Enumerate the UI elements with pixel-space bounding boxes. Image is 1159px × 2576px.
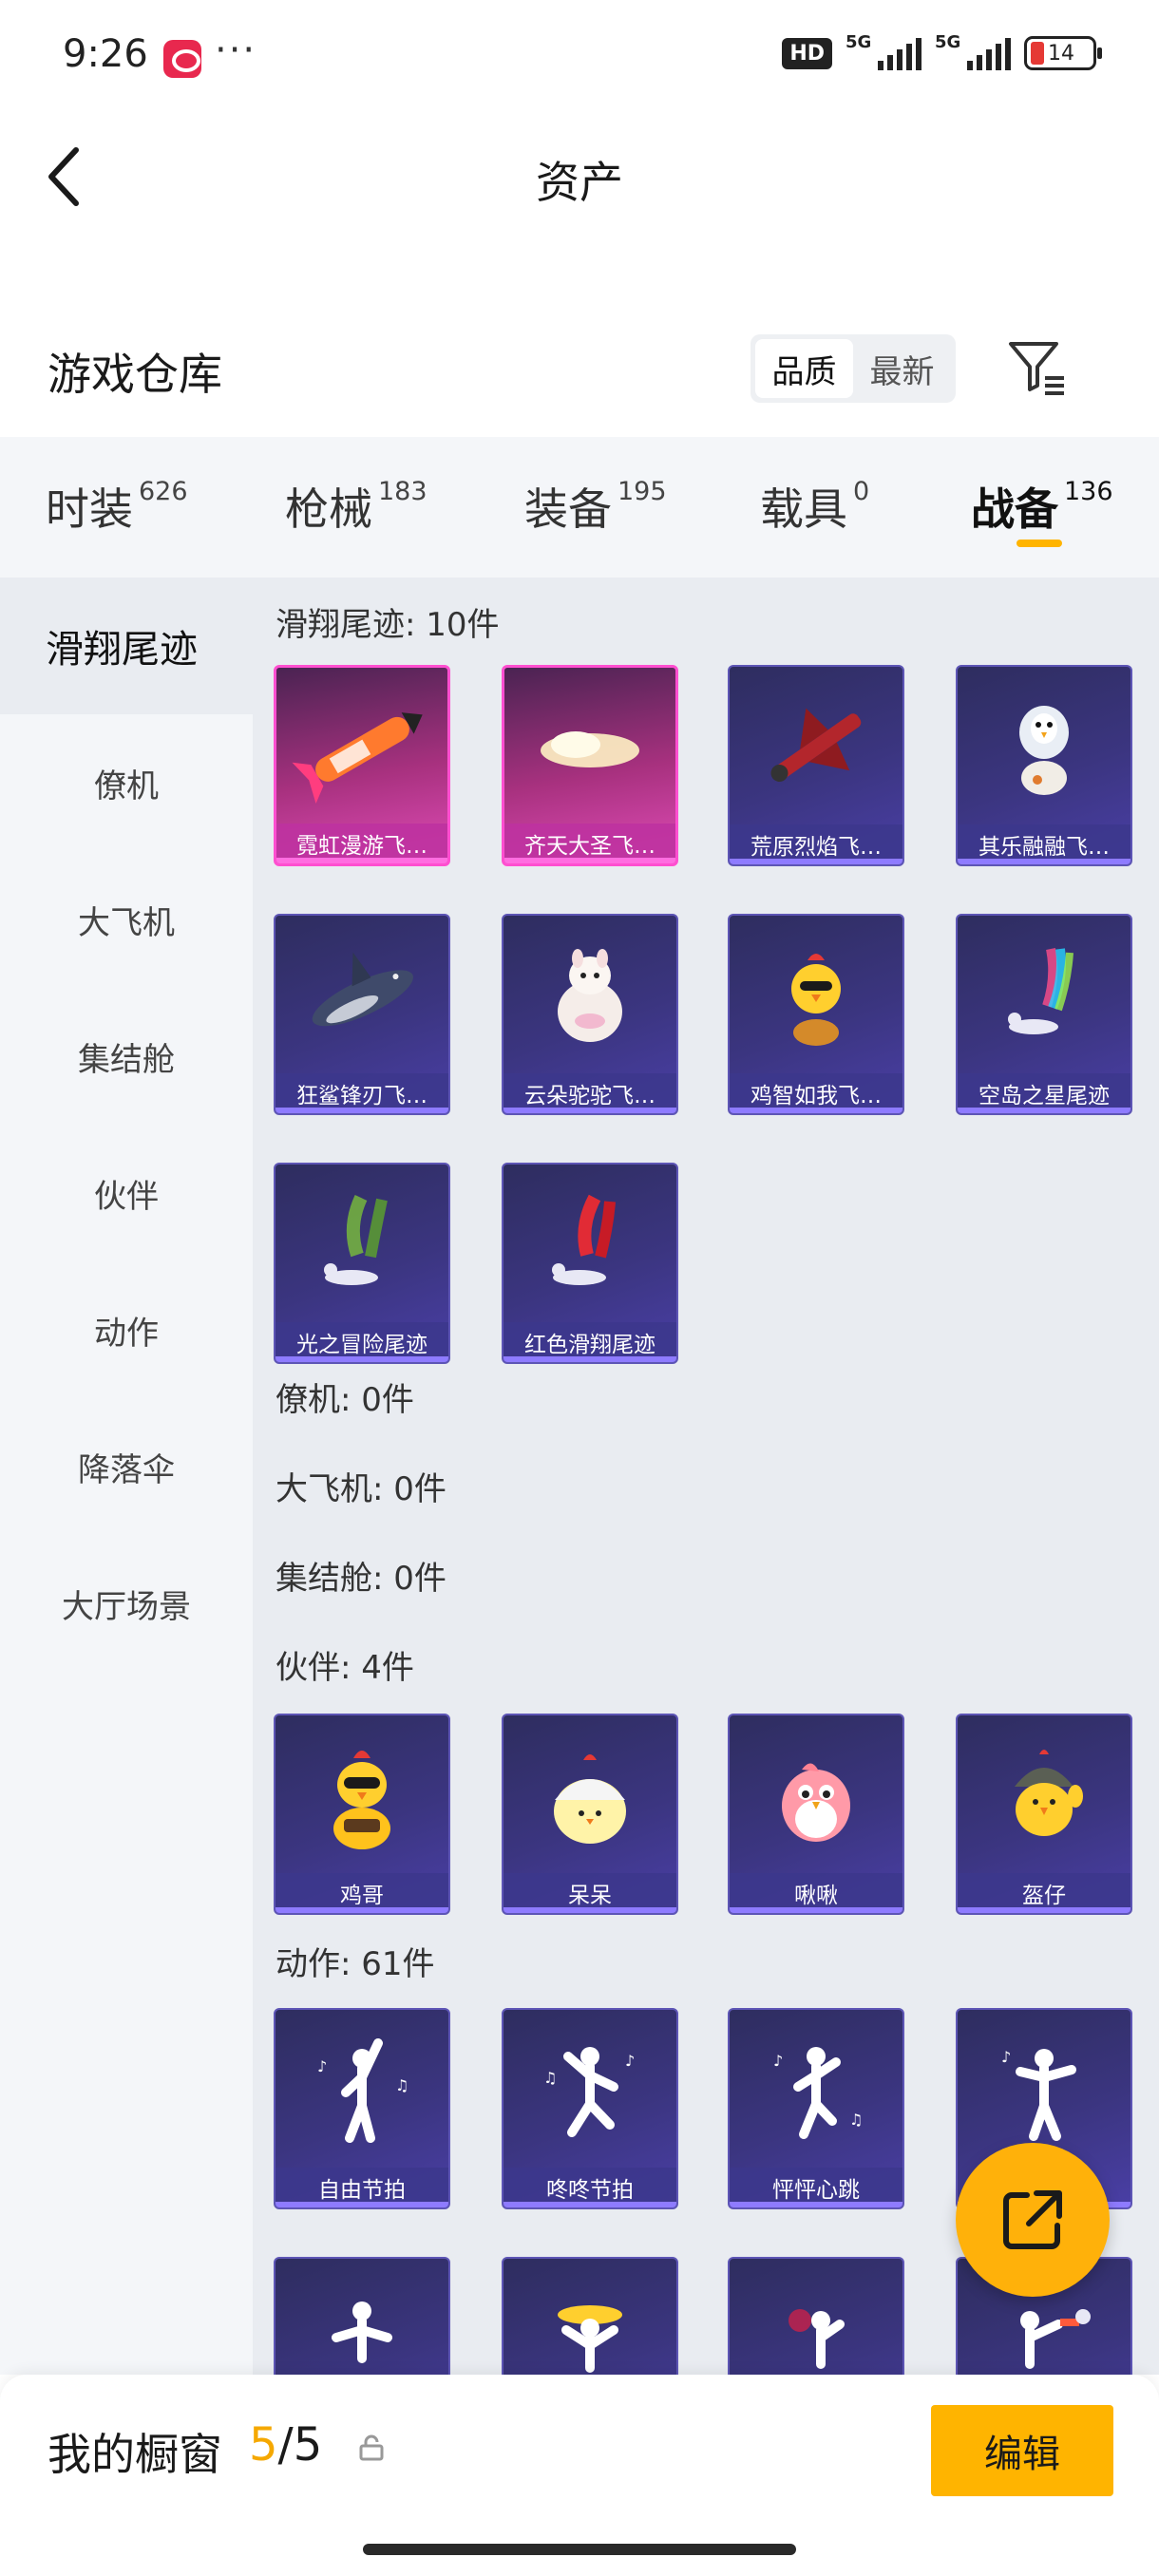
item-card[interactable]: 狂鲨锋刃飞… — [274, 914, 450, 1115]
svg-text:♫: ♫ — [543, 2069, 557, 2087]
svg-text:♫: ♫ — [849, 2111, 863, 2129]
cloud-trail-icon — [504, 668, 675, 829]
item-card[interactable]: 呆呆 — [502, 1714, 678, 1915]
status-bar: 9:26 ··· HD 5G 5G 14 — [0, 0, 1159, 114]
showcase-title: 我的橱窗 — [48, 2429, 222, 2480]
dance-pose-icon: ♪ ♫ — [730, 2010, 902, 2171]
rocket-trail-icon — [276, 668, 447, 829]
item-card[interactable]: 齐天大圣飞… — [502, 665, 678, 866]
status-icons: HD 5G 5G 14 — [782, 32, 1102, 70]
section-label-emote: 动作: 61件 — [276, 1945, 435, 1983]
svg-text:♪: ♪ — [773, 2052, 783, 2070]
sidenav-item-plane[interactable]: 大飞机 — [0, 851, 253, 988]
item-card[interactable]: 云朵驼驼飞… — [502, 914, 678, 1115]
dance-pose-icon: ♫ ♪ — [504, 2010, 676, 2171]
sidenav-item-emote[interactable]: 动作 — [0, 1261, 253, 1398]
section-label-pod: 集结舱: 0件 — [276, 1560, 446, 1598]
item-card[interactable]: ♪ ♫ 自由节拍 — [274, 2008, 450, 2209]
item-grid: 滑翔尾迹: 10件 霓虹漫游飞… 齐天大圣飞… 荒原烈焰飞… 其乐融融飞… 狂鲨 — [253, 578, 1159, 2375]
item-card[interactable] — [728, 2257, 904, 2375]
sort-newest-button[interactable]: 最新 — [853, 339, 951, 398]
tab-vehicles[interactable]: 载具 0 — [760, 475, 869, 538]
sort-toggle: 品质 最新 — [750, 334, 956, 403]
sidenav-item-glide-trail[interactable]: 滑翔尾迹 — [0, 578, 253, 714]
showcase-total: /5 — [277, 2418, 323, 2472]
tab-fashion[interactable]: 时装 626 — [46, 475, 188, 538]
external-link-icon — [1003, 2190, 1062, 2249]
status-time: 9:26 — [63, 32, 148, 76]
svg-text:♪: ♪ — [1001, 2048, 1011, 2066]
tab-equipment[interactable]: 装备 195 — [524, 475, 667, 538]
category-tabs: 时装 626 枪械 183 装备 195 载具 0 战备 136 — [0, 437, 1159, 578]
heart-dance-icon — [730, 2259, 902, 2375]
sidenav-item-wingman[interactable]: 僚机 — [0, 714, 253, 851]
side-nav: 滑翔尾迹 僚机 大飞机 集结舱 伙伴 动作 降落伞 大厅场景 — [0, 578, 253, 2375]
filter-icon — [1009, 342, 1064, 395]
item-card[interactable]: 盔仔 — [956, 1714, 1132, 1915]
item-card[interactable]: 鸡哥 — [274, 1714, 450, 1915]
sidenav-item-lobby-scene[interactable]: 大厅场景 — [0, 1535, 253, 1672]
hd-icon: HD — [782, 37, 832, 69]
tab-battle-prep[interactable]: 战备 136 — [971, 475, 1113, 538]
item-card[interactable]: ♪ ♫ 怦怦心跳 — [728, 2008, 904, 2209]
sort-quality-button[interactable]: 品质 — [755, 339, 853, 398]
item-card[interactable]: 啾啾 — [728, 1714, 904, 1915]
showcase-current: 5 — [249, 2418, 278, 2472]
egg-chick-partner-icon — [504, 1715, 676, 1877]
dance-pose-icon — [276, 2259, 448, 2375]
item-card[interactable]: 红色滑翔尾迹 — [502, 1163, 678, 1364]
section-label-wingman: 僚机: 0件 — [276, 1381, 414, 1419]
svg-text:♫: ♫ — [395, 2076, 408, 2094]
sidenav-item-parachute[interactable]: 降落伞 — [0, 1398, 253, 1535]
green-smoke-trail-icon — [276, 1165, 448, 1326]
home-indicator[interactable] — [363, 2544, 796, 2555]
page-title: 资产 — [536, 157, 623, 208]
rainbow-trail-icon — [958, 916, 1130, 1077]
item-card[interactable]: ♫ ♪ 咚咚节拍 — [502, 2008, 678, 2209]
filter-button[interactable] — [1005, 336, 1068, 399]
pink-bird-partner-icon — [730, 1715, 902, 1877]
warehouse-title: 游戏仓库 — [48, 349, 222, 400]
dance-pose-icon: ♪ ♫ — [276, 2010, 448, 2171]
red-smoke-trail-icon — [504, 1165, 676, 1326]
section-label-glide: 滑翔尾迹: 10件 — [276, 606, 500, 644]
item-card[interactable] — [502, 2257, 678, 2375]
battery-icon: 14 — [1024, 36, 1102, 70]
more-notifications-icon: ··· — [215, 28, 257, 72]
chicken-partner-icon — [276, 1715, 448, 1877]
sidenav-item-partner[interactable]: 伙伴 — [0, 1125, 253, 1261]
battery-level: 14 — [1048, 41, 1074, 66]
item-card[interactable]: 鸡智如我飞… — [728, 914, 904, 1115]
showcase-count: 5/5 — [249, 2418, 322, 2472]
signal-icon: 5G — [846, 32, 922, 70]
item-card[interactable] — [274, 2257, 450, 2375]
section-label-plane: 大飞机: 0件 — [276, 1470, 446, 1508]
svg-text:♪: ♪ — [317, 2057, 327, 2075]
item-card[interactable]: 霓虹漫游飞… — [274, 665, 450, 866]
tab-guns[interactable]: 枪械 183 — [285, 475, 428, 538]
sidenav-item-pod[interactable]: 集结舱 — [0, 988, 253, 1125]
active-tab-indicator — [1016, 540, 1062, 547]
share-fab-button[interactable] — [956, 2143, 1110, 2297]
item-card[interactable]: 其乐融融飞… — [956, 665, 1132, 866]
sun-hat-dance-icon — [504, 2259, 676, 2375]
flame-glider-icon — [730, 667, 902, 828]
app-notification-icon — [163, 40, 201, 78]
item-card[interactable]: 光之冒险尾迹 — [274, 1163, 450, 1364]
alpaca-glider-icon — [504, 916, 676, 1077]
penguin-glider-icon — [958, 667, 1130, 828]
item-card[interactable]: 空岛之星尾迹 — [956, 914, 1132, 1115]
helmet-chick-partner-icon — [958, 1715, 1130, 1877]
item-card[interactable]: 荒原烈焰飞… — [728, 665, 904, 866]
signal-icon-2: 5G — [935, 32, 1011, 70]
shark-glider-icon — [276, 916, 448, 1077]
svg-text:♪: ♪ — [625, 2052, 635, 2070]
edit-button[interactable]: 编辑 — [931, 2405, 1113, 2496]
chick-glider-icon — [730, 916, 902, 1077]
lock-icon — [359, 2434, 384, 2461]
section-label-partner: 伙伴: 4件 — [276, 1649, 414, 1687]
